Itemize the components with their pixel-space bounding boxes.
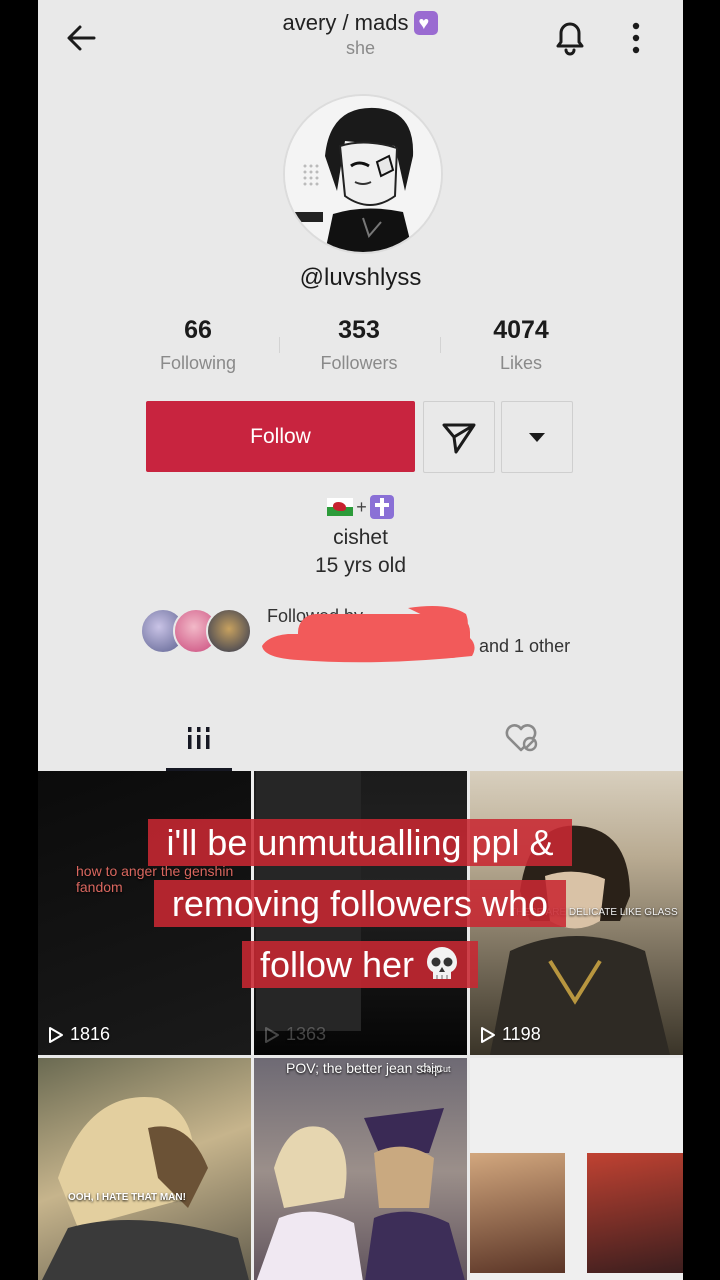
bio-line: cishet — [333, 526, 388, 549]
video-caption: OOH, I HATE THAT MAN! — [68, 1192, 186, 1203]
play-icon — [481, 1026, 495, 1043]
grid-divider — [38, 1055, 683, 1058]
skull-emoji-icon — [427, 947, 458, 979]
character-silhouette — [256, 1108, 465, 1280]
likes-count: 4074 — [493, 316, 549, 344]
caret-down-icon — [529, 433, 545, 442]
video-frame — [470, 1153, 565, 1273]
view-count: 1198 — [480, 1024, 541, 1045]
capcut-watermark: CapCut — [420, 1064, 451, 1074]
notification-button[interactable] — [550, 16, 590, 58]
play-icon — [49, 1026, 63, 1043]
followers-count: 353 — [338, 316, 380, 344]
followers-stat[interactable]: 353 Followers — [279, 316, 439, 374]
video-thumbnail[interactable] — [470, 1058, 683, 1280]
redaction-scribble — [262, 606, 475, 663]
display-name: avery / mads — [282, 10, 409, 35]
video-thumbnail[interactable]: OOH, I HATE THAT MAN! — [38, 1058, 251, 1280]
bio: + cishet 15 yrs old — [38, 494, 683, 580]
followed-by-suffix: and 1 other — [479, 636, 571, 656]
overlay-text: removing followers who — [153, 880, 567, 927]
wales-flag-icon — [327, 498, 354, 516]
character-silhouette — [42, 1097, 249, 1280]
bio-emoji-row: + — [327, 494, 394, 520]
play-icon — [265, 1026, 279, 1043]
avatar-illustration — [285, 96, 441, 252]
top-bar: avery / mads she — [38, 0, 683, 80]
bell-icon — [556, 22, 584, 56]
video-thumbnail[interactable]: POV; the better jean ship CapCut — [254, 1058, 467, 1280]
view-count: 1363 — [264, 1024, 326, 1045]
username: @luvshlyss — [299, 264, 422, 291]
bio-line: 15 yrs old — [314, 554, 407, 577]
view-count-value: 1816 — [70, 1024, 111, 1044]
overlay-line: i'll be unmutualling ppl & — [0, 812, 720, 873]
tab-videos[interactable] — [166, 705, 232, 771]
more-options-button[interactable] — [622, 18, 650, 58]
overlay-line: removing followers who — [0, 873, 720, 934]
tab-liked[interactable] — [488, 705, 554, 771]
back-arrow-icon — [67, 25, 96, 51]
back-button[interactable] — [62, 18, 102, 58]
view-count: 1816 — [48, 1024, 110, 1045]
profile-title: avery / mads she — [158, 10, 563, 59]
send-icon — [442, 423, 476, 454]
grid-icon — [188, 727, 210, 749]
overlay-caption: i'll be unmutualling ppl & removing foll… — [0, 812, 720, 995]
following-label: Following — [159, 353, 237, 373]
overlay-text: follow her — [259, 944, 415, 985]
overlay-text-last: follow her — [241, 941, 479, 988]
mutual-avatar[interactable] — [206, 608, 252, 654]
overlay-line: follow her — [0, 934, 720, 995]
view-count-value: 1198 — [502, 1024, 541, 1044]
latin-cross-icon — [369, 495, 394, 519]
profile-tabs — [38, 705, 683, 772]
follow-button[interactable]: Follow — [146, 401, 415, 472]
purple-heart-icon — [414, 11, 439, 35]
likes-label: Likes — [499, 353, 543, 373]
profile-screen: avery / mads she — [38, 0, 683, 1280]
likes-stat[interactable]: 4074 Likes — [441, 316, 601, 374]
followers-label: Followers — [320, 353, 398, 373]
following-count: 66 — [184, 316, 212, 344]
view-count-value: 1363 — [286, 1024, 327, 1044]
overlay-text: i'll be unmutualling ppl & — [148, 819, 572, 866]
message-button[interactable] — [423, 401, 495, 473]
vertical-dots-icon — [632, 22, 640, 54]
plus-sign: + — [356, 497, 367, 517]
liked-hidden-icon — [505, 724, 538, 752]
pronoun: she — [345, 38, 376, 58]
following-stat[interactable]: 66 Following — [118, 316, 278, 374]
profile-avatar[interactable] — [283, 94, 443, 254]
video-frame — [587, 1153, 683, 1273]
suggestions-dropdown-button[interactable] — [501, 401, 573, 473]
